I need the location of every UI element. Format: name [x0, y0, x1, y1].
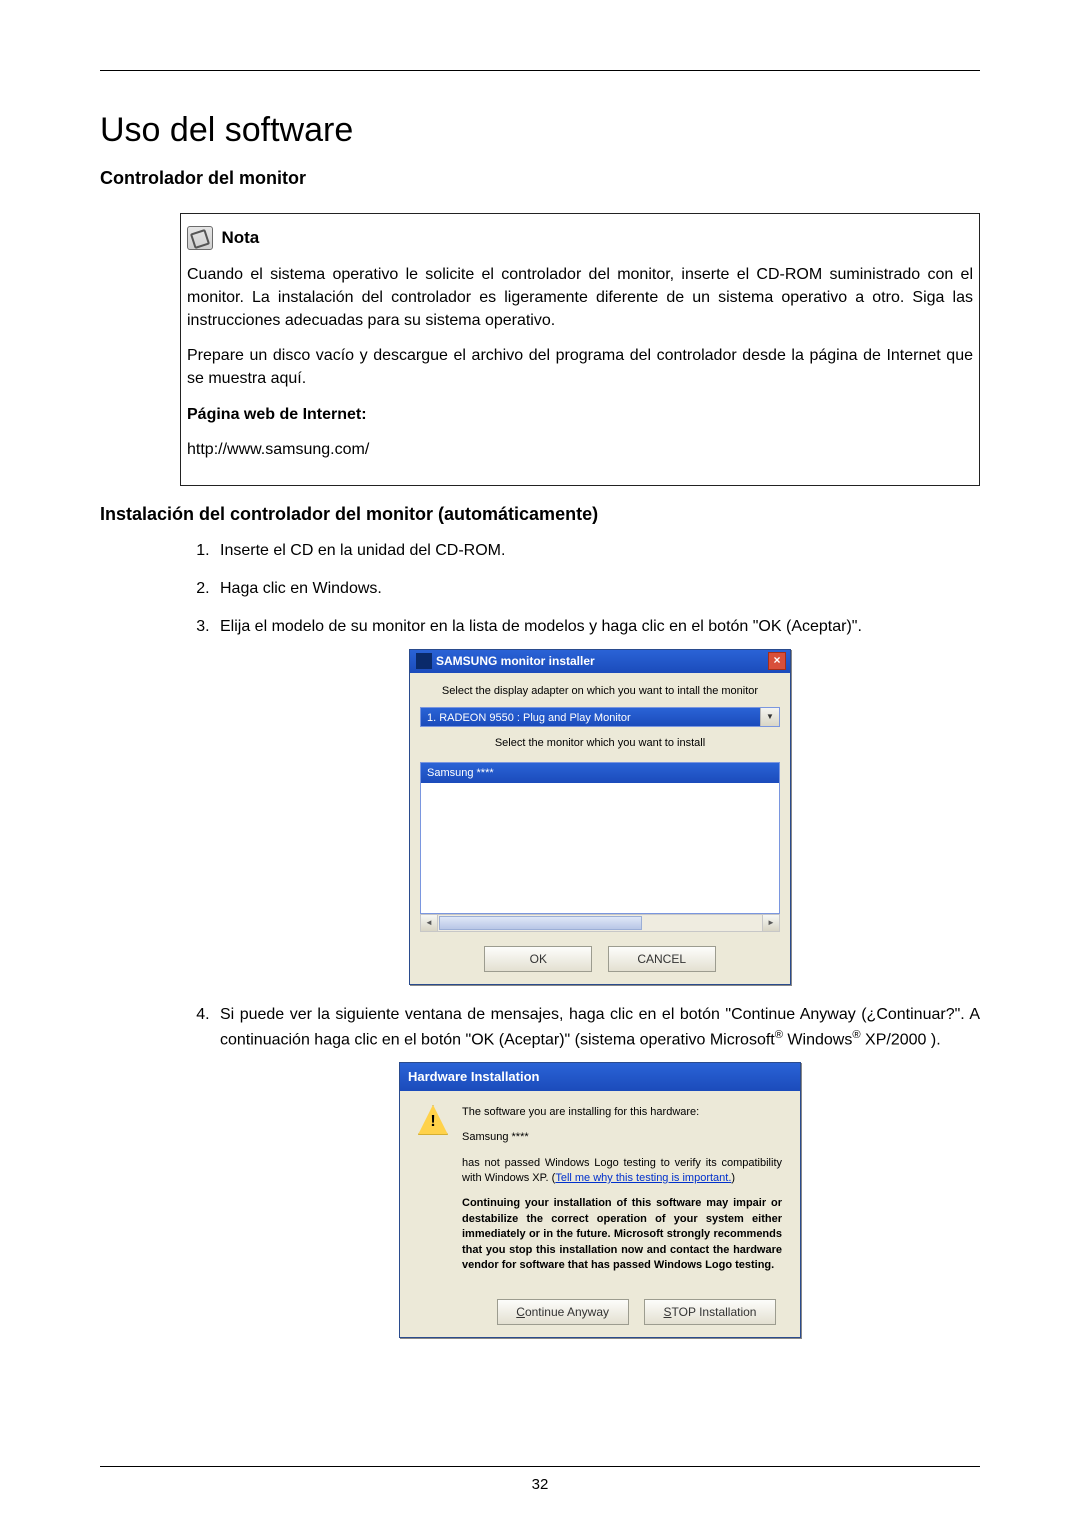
page-number: 32: [0, 1476, 1080, 1493]
note-paragraph-2: Prepare un disco vacío y descargue el ar…: [187, 344, 973, 390]
dialog1-body: Select the display adapter on which you …: [410, 673, 790, 984]
dialog1-ok-button[interactable]: OK: [484, 946, 592, 972]
top-rule: [100, 70, 980, 71]
dialog1-instruction-2: Select the monitor which you want to ins…: [420, 735, 780, 752]
dialog2-line3b: ): [731, 1172, 735, 1184]
step-3-text: Elija el modelo de su monitor en la list…: [220, 618, 862, 635]
dialog1-monitor-selected[interactable]: Samsung ****: [421, 763, 779, 784]
dialog1-title-text: SAMSUNG monitor installer: [436, 652, 595, 670]
dialog2-line3: has not passed Windows Logo testing to v…: [462, 1156, 782, 1187]
step-3: Elija el modelo de su monitor en la list…: [214, 615, 980, 985]
registered-mark-1: ®: [775, 1029, 783, 1041]
dialog2-why-link[interactable]: Tell me why this testing is important.: [555, 1172, 731, 1184]
steps-list: Inserte el CD en la unidad del CD-ROM. H…: [180, 539, 980, 1338]
dialog2-line1: The software you are installing for this…: [462, 1105, 782, 1120]
dialog2-title: Hardware Installation: [400, 1063, 800, 1091]
note-paragraph-1: Cuando el sistema operativo le solicite …: [187, 263, 973, 333]
hardware-installation-dialog: Hardware Installation The software you a…: [399, 1062, 801, 1338]
step-4-text-b: Windows: [783, 1031, 852, 1048]
section-heading: Controlador del monitor: [100, 168, 980, 189]
samsung-installer-dialog: SAMSUNG monitor installer × Select the d…: [409, 649, 791, 985]
dialog2-stop-rest: TOP Installation: [672, 1305, 757, 1319]
dialog1-monitor-list[interactable]: Samsung ****: [420, 762, 780, 914]
dialog1-adapter-select[interactable]: 1. RADEON 9550 : Plug and Play Monitor ▼: [420, 707, 780, 727]
scroll-thumb[interactable]: [439, 916, 642, 930]
dialog1-adapter-value: 1. RADEON 9550 : Plug and Play Monitor: [421, 708, 760, 726]
dialog2-text: The software you are installing for this…: [462, 1105, 782, 1284]
dialog1-app-icon: [416, 653, 432, 669]
note-box: Nota Cuando el sistema operativo le soli…: [180, 213, 980, 486]
dialog2-continue-button[interactable]: Continue Anyway: [497, 1299, 629, 1325]
registered-mark-2: ®: [852, 1029, 860, 1041]
step-4: Si puede ver la siguiente ventana de men…: [214, 1003, 980, 1338]
dialog1-close-button[interactable]: ×: [768, 652, 786, 670]
dialog2-continue-rest: ontinue Anyway: [525, 1305, 609, 1319]
step-1: Inserte el CD en la unidad del CD-ROM.: [214, 539, 980, 563]
note-url: http://www.samsung.com/: [187, 438, 973, 461]
warning-icon: [418, 1105, 448, 1135]
dialog1-instruction-1: Select the display adapter on which you …: [420, 683, 780, 700]
scroll-track[interactable]: [438, 915, 762, 931]
dialog1-titlebar: SAMSUNG monitor installer ×: [410, 650, 790, 673]
dialog2-line2: Samsung ****: [462, 1130, 782, 1145]
scroll-left-icon[interactable]: ◄: [421, 915, 438, 931]
dialog2-warning-text: Continuing your installation of this sof…: [462, 1196, 782, 1273]
note-internet-label: Página web de Internet:: [187, 403, 973, 426]
chevron-down-icon[interactable]: ▼: [760, 708, 779, 726]
subsection-heading: Instalación del controlador del monitor …: [100, 504, 980, 525]
dialog1-cancel-button[interactable]: CANCEL: [608, 946, 716, 972]
note-icon: [187, 226, 213, 250]
page-title: Uso del software: [100, 111, 980, 150]
scroll-right-icon[interactable]: ►: [762, 915, 779, 931]
note-label: Nota: [221, 228, 259, 247]
step-2: Haga clic en Windows.: [214, 577, 980, 601]
step-4-text-c: XP/2000 ).: [861, 1031, 941, 1048]
bottom-rule: [100, 1466, 980, 1467]
dialog1-horizontal-scrollbar[interactable]: ◄ ►: [420, 914, 780, 932]
dialog2-stop-button[interactable]: STOP Installation: [644, 1299, 776, 1325]
